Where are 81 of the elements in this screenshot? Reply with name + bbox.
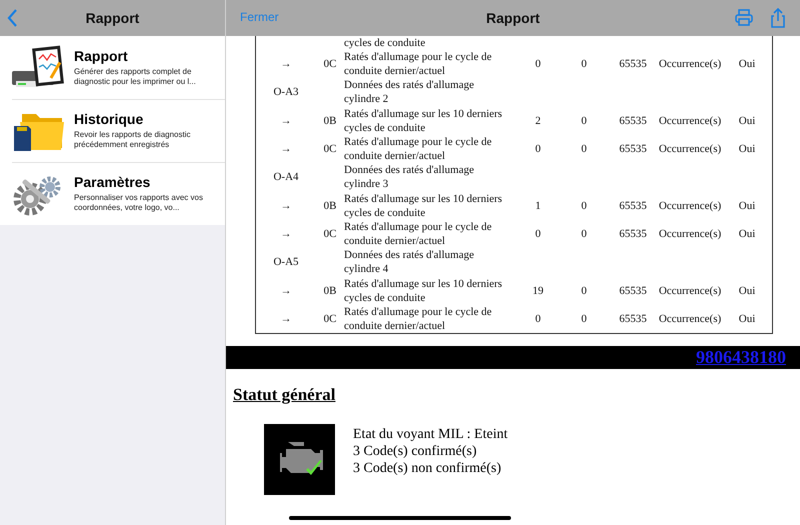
table-cell-text: Ratés d'allumage pour le cycle de conduite dernier/actuel <box>344 135 493 164</box>
table-cell-text: 0 <box>534 226 542 241</box>
table-cell-text: → <box>280 142 292 156</box>
table-cell-text: Ratés d'allumage sur les 10 derniers cycles de conduite <box>344 276 504 305</box>
table-cell-text: 65535 <box>618 57 648 72</box>
menu-item-description: Revoir les rapports de diagnostic précédemment enregistrés <box>74 130 192 150</box>
table-cell-text: Données des ratés d'allumage cylindre 4 <box>344 248 475 276</box>
table-cell-text: Oui <box>738 198 756 213</box>
table-cell-text: 0B <box>322 284 338 298</box>
table-cell-text: 0 <box>580 57 588 72</box>
status-line: 3 Code(s) non confirmé(s) <box>353 460 502 477</box>
menu-item-description: Personnaliser vos rapports avec vos coordonnées, votre logo, vo... <box>74 193 204 213</box>
table-cell-text: 0B <box>322 198 338 213</box>
table-cell-text: 0 <box>534 312 542 326</box>
table-cell-text: → <box>280 57 292 72</box>
table-cell: Occurrence(s) <box>658 114 722 128</box>
menu-item[interactable]: Paramètres Personnaliser vos rapports avec vos coordonnées, votre logo, vo... <box>0 162 225 225</box>
table-cell-text: Oui <box>738 114 756 128</box>
table-cell-text: 65535 <box>618 226 648 241</box>
status-line: Etat du voyant MIL : Eteint <box>353 426 508 443</box>
table-cell-text: 0B <box>322 114 338 128</box>
print-button[interactable] <box>734 8 754 28</box>
table-cell-text: 0 <box>580 226 588 241</box>
menu-item-title: Historique <box>74 111 144 127</box>
table-cell: Occurrence(s) <box>658 284 722 298</box>
table-cell-text: → <box>280 312 292 326</box>
table-cell-text: 0 <box>534 142 542 156</box>
table-cell-text: → <box>280 284 292 298</box>
table-cell-text: 0C <box>322 142 338 156</box>
table-cell-text: 65535 <box>618 312 648 326</box>
table-cell-text: 0 <box>580 114 588 128</box>
engine-check-icon <box>264 424 335 495</box>
table-cell-text: O-A3 <box>272 85 300 100</box>
table-cell-text: 2 <box>534 114 542 128</box>
table-cell-text: O-A5 <box>272 255 300 270</box>
menu-item[interactable]: Rapport Générer des rapports complet de diagnostic pour les imprimer ou l... <box>0 36 225 99</box>
table-cell-text: Oui <box>738 284 756 298</box>
table-cell-text: Oui <box>738 57 756 72</box>
table-cell-text: 65535 <box>618 142 648 156</box>
table-cell: Occurrence(s) <box>658 312 722 326</box>
table-cell-text: 0C <box>322 226 338 241</box>
table-cell-text: Ratés d'allumage sur les 10 derniers cycles de conduite <box>344 192 504 220</box>
table-cell: Occurrence(s) <box>658 142 722 156</box>
table-cell-text: 0 <box>580 142 588 156</box>
table-cell-text: → <box>280 114 292 128</box>
table-cell-text: 0 <box>534 57 542 72</box>
menu-item[interactable]: Historique Revoir les rapports de diagnostic précédemment enregistrés <box>0 99 225 162</box>
table-cell-text: Oui <box>738 312 756 326</box>
table-cell-text: 65535 <box>618 284 648 298</box>
table-cell-text: Ratés d'allumage pour le cycle de conduite dernier/actuel <box>344 304 493 333</box>
table-cell-text: Oui <box>738 142 756 156</box>
table-cell-text: → <box>280 198 292 213</box>
table-cell-text: Données des ratés d'allumage cylindre 2 <box>344 78 475 106</box>
table-cell-text: 19 <box>532 284 544 298</box>
table-cell-text: 0 <box>580 312 588 326</box>
menu-item-title: Rapport <box>74 48 129 64</box>
table-cell: Occurrence(s) <box>658 198 722 213</box>
sidebar-title: Rapport <box>86 10 140 26</box>
table-cell-text: → <box>280 226 292 241</box>
table-cell-text: 65535 <box>618 114 648 128</box>
share-button[interactable] <box>768 8 788 28</box>
table-cell-text: O-A4 <box>272 170 300 184</box>
menu-item-title: Paramètres <box>74 174 152 190</box>
report-title: Rapport <box>486 10 540 26</box>
table-cell-text: Ratés d'allumage pour le cycle de conduite dernier/actuel <box>344 220 493 248</box>
table-cell-text: 0 <box>580 198 588 213</box>
table-cell-text: Oui <box>738 226 756 241</box>
menu-item-description: Générer des rapports complet de diagnostic pour les imprimer ou l... <box>74 67 197 87</box>
table-cell-text: 0 <box>580 284 588 298</box>
status-line: 3 Code(s) confirmé(s) <box>353 442 478 460</box>
table-cell-text: 65535 <box>618 198 648 213</box>
table-cell-text: Ratés d'allumage sur les 10 derniers cycles de conduite <box>344 106 504 135</box>
table-cell-text: Ratés d'allumage pour le cycle de conduite dernier/actuel <box>344 50 493 78</box>
table-cell: Occurrence(s) <box>658 226 722 241</box>
table-cell-text: 0C <box>322 57 338 72</box>
status-title: Statut général <box>233 384 336 405</box>
table-cell: Occurrence(s) <box>658 57 722 72</box>
table-cell-text: cycles de conduite <box>344 36 426 50</box>
table-cell-text: Données des ratés d'allumage cylindre 3 <box>344 163 475 192</box>
table-cell-text: 1 <box>534 198 542 213</box>
table-cell-text: 0C <box>322 312 338 326</box>
